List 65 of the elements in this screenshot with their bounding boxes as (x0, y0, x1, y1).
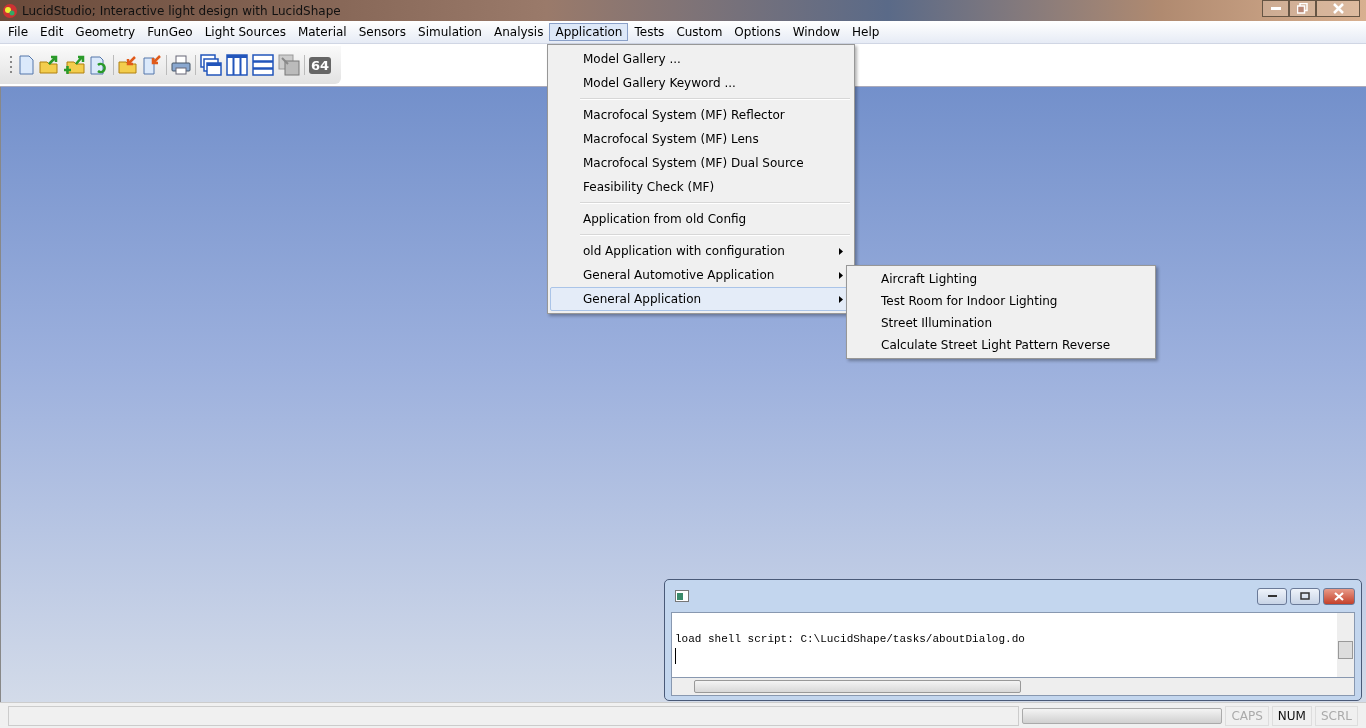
menu-item[interactable]: Material (291, 23, 353, 41)
menu-option[interactable]: Application from old Config (550, 207, 852, 231)
app-icon (2, 2, 18, 19)
close-icon (1334, 591, 1344, 601)
console-line: load shell script: C:\LucidShape/tasks/aboutDialog.do (675, 633, 1026, 645)
menu-option[interactable]: Macrofocal System (MF) Reflector (550, 103, 852, 127)
menu-option[interactable]: old Application with configuration (550, 239, 852, 263)
minimize-icon (1270, 6, 1281, 11)
tile-vertical-icon[interactable] (226, 54, 248, 76)
menu-item[interactable]: Options (728, 23, 787, 41)
menu-option[interactable]: Street Illumination (849, 312, 1153, 334)
submenu-arrow-icon (839, 295, 843, 303)
menu-option[interactable]: Feasibility Check (MF) (550, 175, 852, 199)
menu-option[interactable]: Model Gallery Keyword ... (550, 71, 852, 95)
horizontal-scrollbar[interactable] (671, 678, 1355, 696)
menu-item[interactable]: Help (846, 23, 886, 41)
cascade-windows-icon[interactable] (200, 54, 222, 76)
bit-badge[interactable]: 64 (309, 56, 332, 74)
open-folder-icon[interactable] (39, 55, 59, 75)
status-indicator: NUM (1271, 705, 1312, 726)
menu-item[interactable]: Application (549, 23, 629, 41)
close-button[interactable] (1316, 0, 1360, 17)
maximize-button[interactable] (1290, 587, 1320, 605)
menu-item[interactable]: Window (786, 23, 846, 41)
export-folder-icon[interactable] (118, 55, 138, 75)
restore-icon (1297, 3, 1308, 14)
menu-item[interactable]: Custom (670, 23, 729, 41)
menu-option[interactable]: Macrofocal System (MF) Dual Source (550, 151, 852, 175)
tile-horizontal-icon[interactable] (252, 54, 274, 76)
menu-item[interactable]: Tests (628, 23, 671, 41)
close-button[interactable] (1323, 587, 1355, 605)
menu-item[interactable]: Sensors (352, 23, 413, 41)
submenu-arrow-icon (839, 271, 843, 279)
export-document-icon[interactable] (142, 55, 162, 75)
menu-option[interactable]: Model Gallery ... (550, 47, 852, 71)
restore-button[interactable] (1289, 0, 1316, 17)
print-icon[interactable] (171, 55, 191, 75)
status-indicator: CAPS (1225, 705, 1269, 726)
submenu-arrow-icon (839, 247, 843, 255)
add-folder-icon[interactable] (63, 55, 85, 75)
menu-item[interactable]: Analysis (487, 23, 550, 41)
menu-option[interactable]: Calculate Street Light Pattern Reverse (849, 334, 1153, 356)
minimize-button[interactable] (1262, 0, 1289, 17)
menu-item[interactable]: Geometry (69, 23, 142, 41)
menu-item[interactable]: File (2, 23, 35, 41)
console-icon (675, 590, 689, 602)
status-indicator: SCRL (1314, 705, 1358, 726)
maximize-icon (1300, 592, 1310, 600)
minimize-icon (1267, 594, 1277, 598)
menu-item[interactable]: Light Sources (198, 23, 292, 41)
menu-item[interactable]: Simulation (412, 23, 488, 41)
menu-option[interactable]: Test Room for Indoor Lighting (849, 290, 1153, 312)
window-icon[interactable] (278, 54, 300, 76)
menu-option[interactable]: General Automotive Application (550, 263, 852, 287)
vertical-scrollbar[interactable] (1337, 613, 1354, 677)
window-title: LucidStudio; Interactive light design with LucidShape (22, 3, 341, 18)
close-icon (1332, 3, 1344, 14)
reload-document-icon[interactable] (89, 55, 109, 75)
menu-item[interactable]: FunGeo (141, 23, 199, 41)
grip-icon (10, 56, 13, 74)
text-cursor (675, 648, 676, 664)
menu-option[interactable]: Macrofocal System (MF) Lens (550, 127, 852, 151)
minimize-button[interactable] (1257, 587, 1287, 605)
menu-option[interactable]: Aircraft Lighting (849, 268, 1153, 290)
menu-item[interactable]: Edit (34, 23, 70, 41)
